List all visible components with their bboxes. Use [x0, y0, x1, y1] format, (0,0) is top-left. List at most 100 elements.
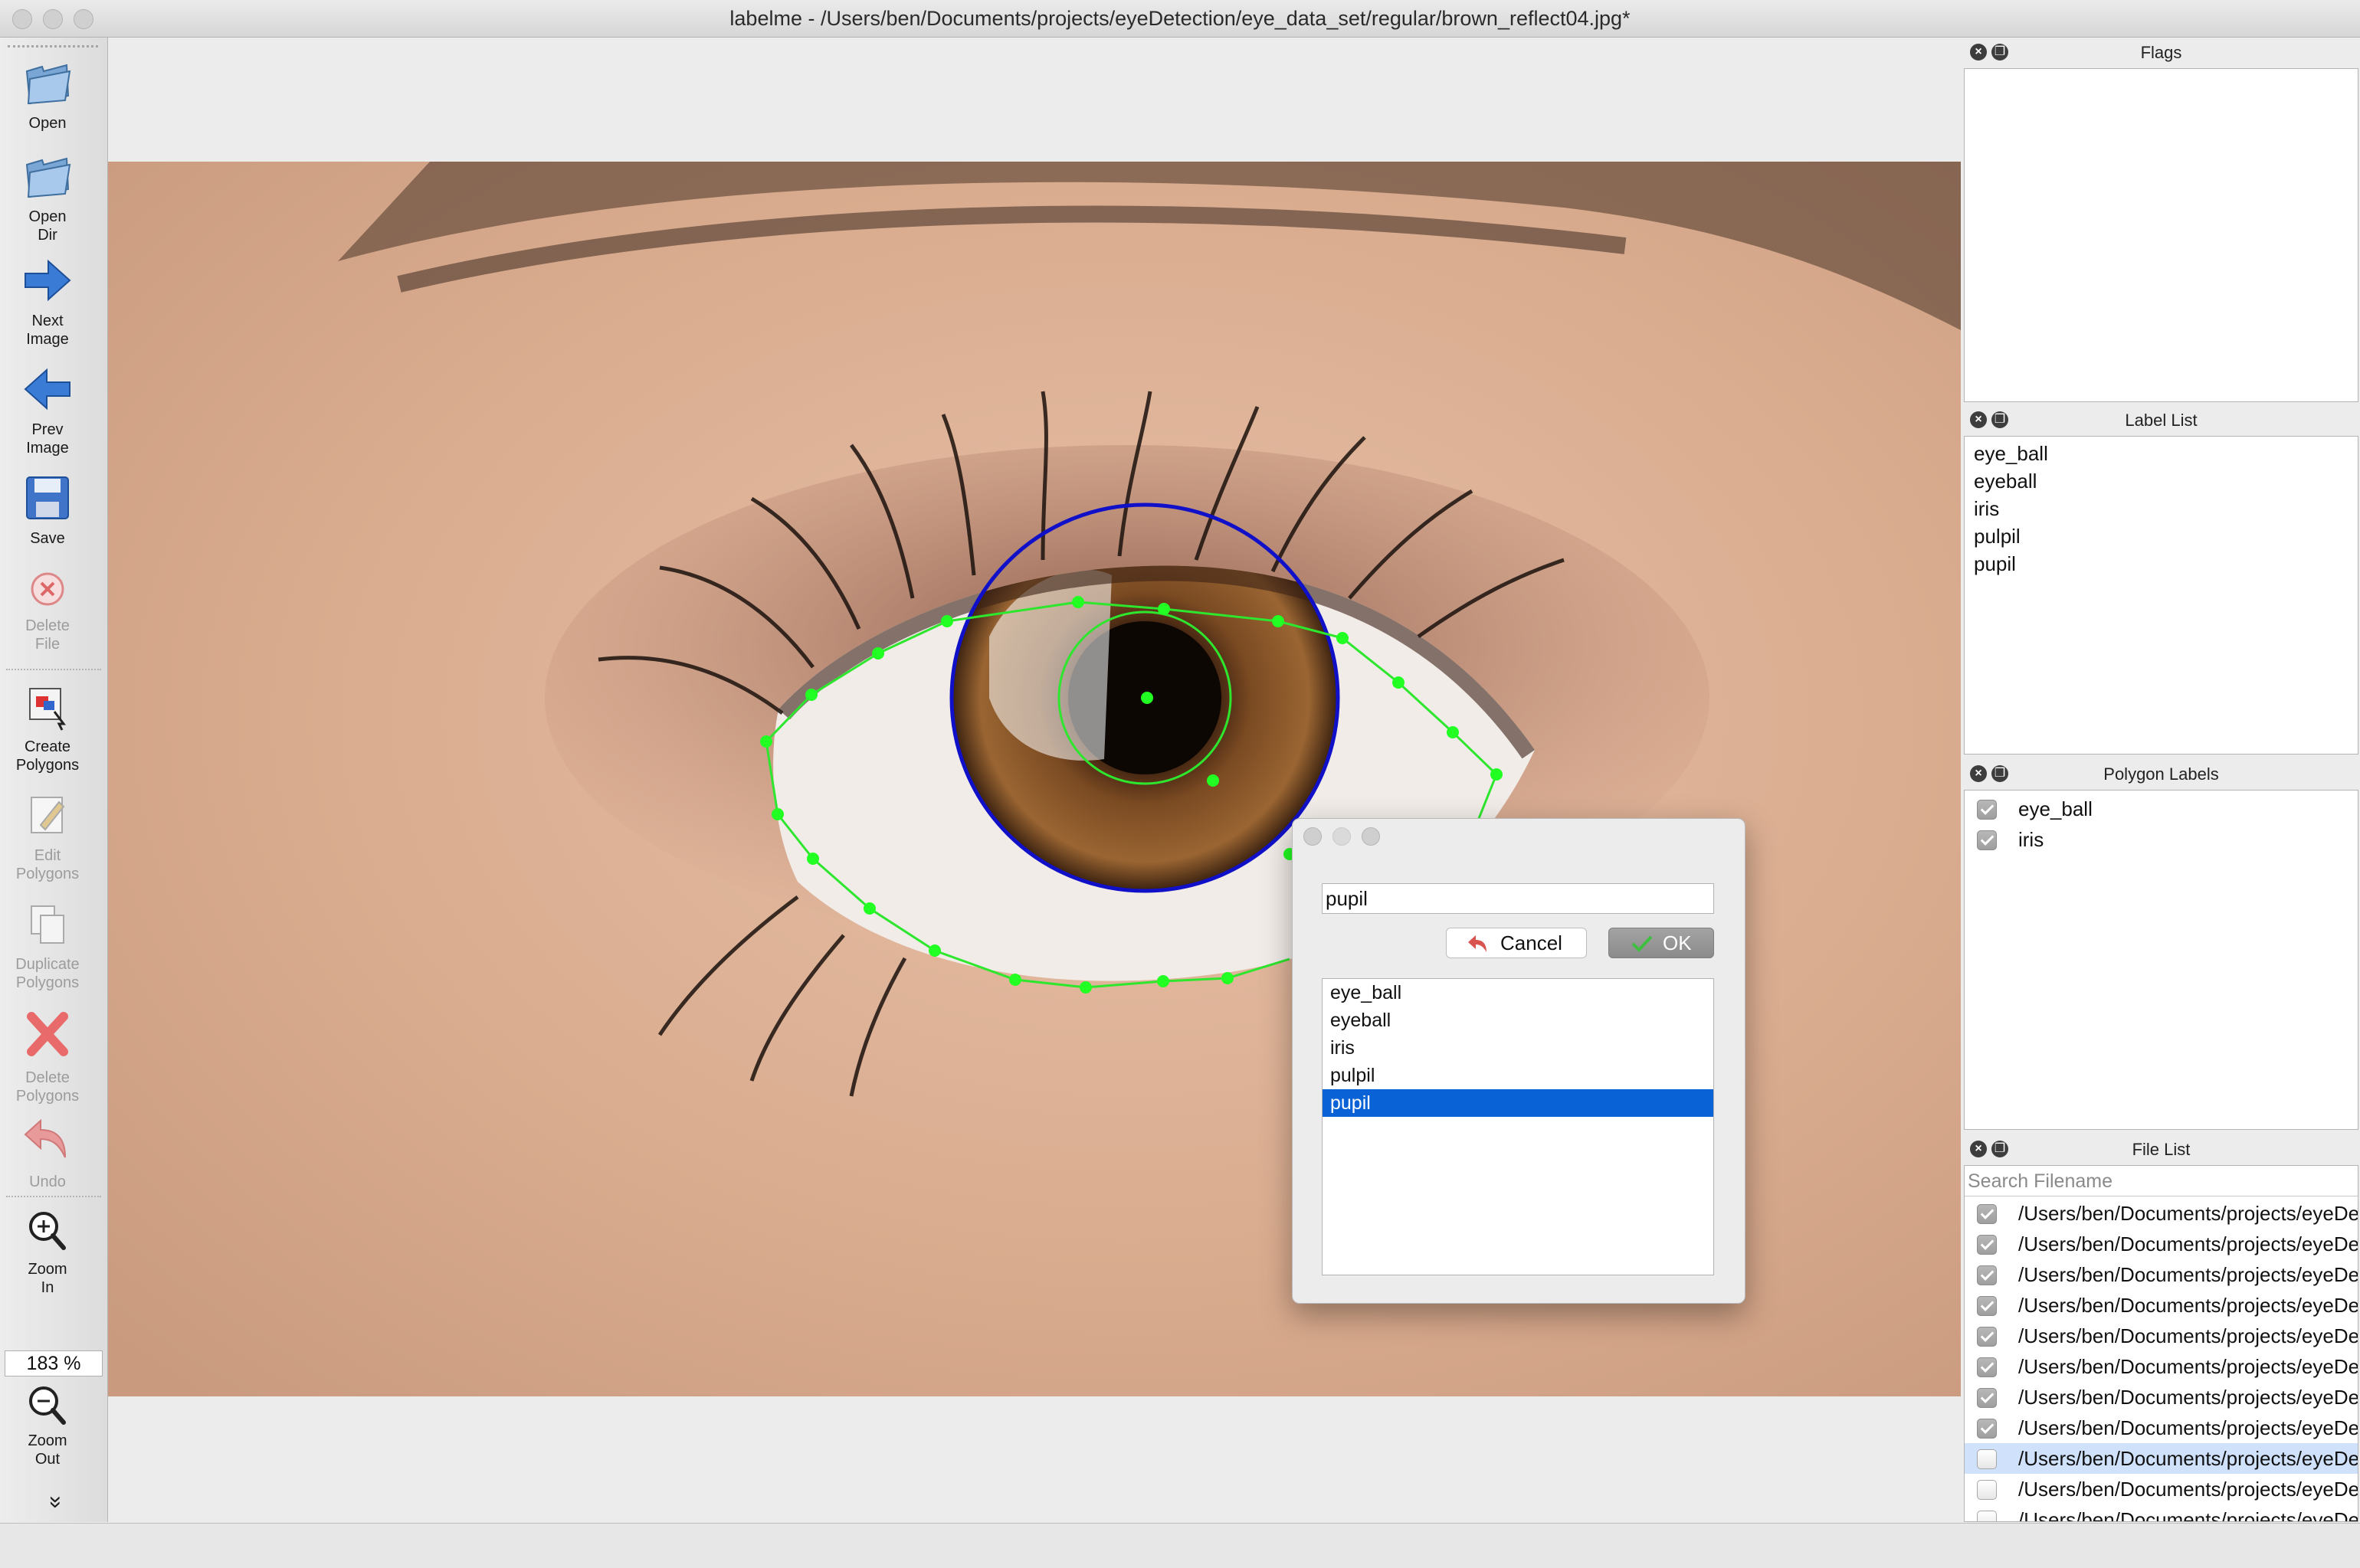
dialog-label-item[interactable]: eyeball [1323, 1007, 1713, 1034]
cancel-button[interactable]: Cancel [1446, 928, 1587, 958]
file-checkbox[interactable] [1977, 1327, 1997, 1347]
flags-list[interactable] [1964, 68, 2358, 402]
file-path: /Users/ben/Documents/projects/eyeDetecti… [2018, 1263, 2358, 1286]
delete-file-button[interactable]: Delete File [0, 566, 95, 653]
dock-close-icon[interactable]: × [1970, 765, 1987, 782]
dock-float-icon[interactable]: ❐ [1991, 765, 2008, 782]
polygon-label-checkbox[interactable] [1977, 830, 1997, 850]
ok-button[interactable]: OK [1608, 928, 1714, 958]
label-list-item[interactable]: eyeball [1965, 467, 2358, 495]
polygon-label-item[interactable]: eye_ball [1965, 794, 2358, 824]
file-list-item[interactable]: /Users/ben/Documents/projects/eyeDetecti… [1965, 1229, 2358, 1259]
zoom-out-button[interactable]: Zoom Out [0, 1383, 95, 1468]
file-checkbox[interactable] [1977, 1265, 1997, 1285]
prev-image-button[interactable]: Prev Image [0, 362, 95, 457]
edit-polygons-label-1: Edit [34, 847, 61, 864]
open-dir-button[interactable]: Open Dir [0, 149, 95, 244]
file-checkbox[interactable] [1977, 1511, 1997, 1521]
dialog-label-list[interactable]: eye_ball eyeball iris pulpil pupil [1322, 978, 1714, 1275]
dialog-minimize-button [1332, 827, 1351, 846]
dock-close-icon[interactable]: × [1970, 411, 1987, 428]
search-filename-input[interactable]: Search Filename [1965, 1166, 2358, 1196]
dialog-zoom-button[interactable] [1362, 827, 1380, 846]
open-label: Open [28, 115, 67, 132]
file-path: /Users/ben/Documents/projects/eyeDetecti… [2018, 1386, 2358, 1409]
dialog-label-item[interactable]: eye_ball [1323, 979, 1713, 1007]
polygon-label-item[interactable]: iris [1965, 824, 2358, 855]
create-polygon-icon [29, 688, 66, 731]
label-list-item[interactable]: iris [1965, 495, 2358, 522]
next-image-button[interactable]: Next Image [0, 254, 95, 349]
file-checkbox[interactable] [1977, 1296, 1997, 1316]
dock-float-icon[interactable]: ❐ [1991, 44, 2008, 61]
toolbar-separator [6, 1196, 101, 1197]
status-bar [0, 1523, 2360, 1568]
file-list-item[interactable]: /Users/ben/Documents/projects/eyeDetecti… [1965, 1321, 2358, 1351]
file-list-dock-header: × ❐ File List [1964, 1134, 2358, 1165]
polygon-labels-title: Polygon Labels [2103, 764, 2219, 784]
polygon-label-checkbox[interactable] [1977, 800, 1997, 820]
file-list-item[interactable]: /Users/ben/Documents/projects/eyeDetecti… [1965, 1382, 2358, 1413]
file-list-item[interactable]: /Users/ben/Documents/projects/eyeDetecti… [1965, 1290, 2358, 1321]
dock-close-icon[interactable]: × [1970, 44, 1987, 61]
file-list-item[interactable]: /Users/ben/Documents/projects/eyeDetecti… [1965, 1474, 2358, 1504]
arrow-right-icon [25, 259, 71, 302]
create-polygons-button[interactable]: Create Polygons [0, 679, 95, 774]
file-list-item-selected[interactable]: /Users/ben/Documents/projects/eyeDetecti… [1965, 1443, 2358, 1474]
dock-float-icon[interactable]: ❐ [1991, 1141, 2008, 1157]
label-list-item[interactable]: pulpil [1965, 522, 2358, 550]
file-list-item[interactable]: /Users/ben/Documents/projects/eyeDetecti… [1965, 1259, 2358, 1290]
label-input[interactable]: pupil [1322, 883, 1714, 914]
file-list[interactable]: Search Filename /Users/ben/Documents/pro… [1964, 1165, 2358, 1522]
dialog-label-item[interactable]: iris [1323, 1034, 1713, 1062]
file-list-item[interactable]: /Users/ben/Documents/projects/eyeDetecti… [1965, 1351, 2358, 1382]
zoom-level-field[interactable]: 183 % [5, 1350, 103, 1377]
file-checkbox[interactable] [1977, 1204, 1997, 1224]
file-path: /Users/ben/Documents/projects/eyeDetecti… [2018, 1294, 2358, 1317]
toolbar-separator [6, 669, 101, 670]
undo-button[interactable]: Undo [0, 1110, 95, 1191]
dock-close-icon[interactable]: × [1970, 1141, 1987, 1157]
polygon-label-text: iris [2018, 828, 2044, 851]
file-list-item[interactable]: /Users/ben/Documents/projects/eyeDetecti… [1965, 1198, 2358, 1229]
file-path: /Users/ben/Documents/projects/eyeDetecti… [2018, 1416, 2358, 1439]
file-path: /Users/ben/Documents/projects/eyeDetecti… [2018, 1447, 2358, 1470]
file-checkbox[interactable] [1977, 1480, 1997, 1500]
polygon-labels-list[interactable]: eye_ball iris [1964, 790, 2358, 1130]
label-list[interactable]: eye_ball eyeball iris pulpil pupil [1964, 436, 2358, 755]
save-button[interactable]: Save [0, 471, 95, 548]
label-list-dock: × ❐ Label List eye_ball eyeball iris pul… [1964, 405, 2358, 755]
label-list-item[interactable]: pupil [1965, 550, 2358, 578]
zoom-in-label-2: In [41, 1279, 54, 1296]
file-list-dock: × ❐ File List Search Filename /Users/ben… [1964, 1134, 2358, 1522]
zoom-in-button[interactable]: Zoom In [0, 1206, 95, 1297]
zoom-in-label-1: Zoom [28, 1261, 67, 1278]
file-checkbox[interactable] [1977, 1357, 1997, 1377]
dock-float-icon[interactable]: ❐ [1991, 411, 2008, 428]
file-path: /Users/ben/Documents/projects/eyeDetecti… [2018, 1202, 2358, 1225]
file-list-item[interactable]: /Users/ben/Documents/projects/eyeDetecti… [1965, 1504, 2358, 1521]
open-button[interactable]: Open [0, 56, 95, 133]
toolbar-extension-button[interactable]: » [44, 1491, 69, 1514]
create-polygons-label-1: Create [24, 738, 71, 755]
zoom-out-icon [29, 1386, 66, 1425]
flags-title: Flags [2140, 43, 2182, 62]
edit-polygons-button[interactable]: Edit Polygons [0, 788, 95, 883]
file-list-item[interactable]: /Users/ben/Documents/projects/eyeDetecti… [1965, 1413, 2358, 1443]
file-checkbox[interactable] [1977, 1388, 1997, 1408]
dialog-label-item-selected[interactable]: pupil [1323, 1089, 1713, 1117]
dialog-label-item[interactable]: pulpil [1323, 1062, 1713, 1089]
file-checkbox[interactable] [1977, 1419, 1997, 1439]
arrow-left-icon [24, 368, 70, 411]
file-path: /Users/ben/Documents/projects/eyeDetecti… [2018, 1355, 2358, 1378]
dialog-close-button[interactable] [1303, 827, 1322, 846]
label-list-item[interactable]: eye_ball [1965, 440, 2358, 467]
toolbar-grip[interactable] [8, 45, 98, 47]
file-list-title: File List [2132, 1140, 2191, 1159]
delete-circle-icon [31, 572, 64, 606]
delete-polygons-button[interactable]: Delete Polygons [0, 1006, 95, 1105]
file-checkbox[interactable] [1977, 1235, 1997, 1255]
file-checkbox[interactable] [1977, 1449, 1997, 1469]
polygon-labels-dock-header: × ❐ Polygon Labels [1964, 759, 2358, 790]
duplicate-polygons-button[interactable]: Duplicate Polygons [0, 897, 95, 992]
